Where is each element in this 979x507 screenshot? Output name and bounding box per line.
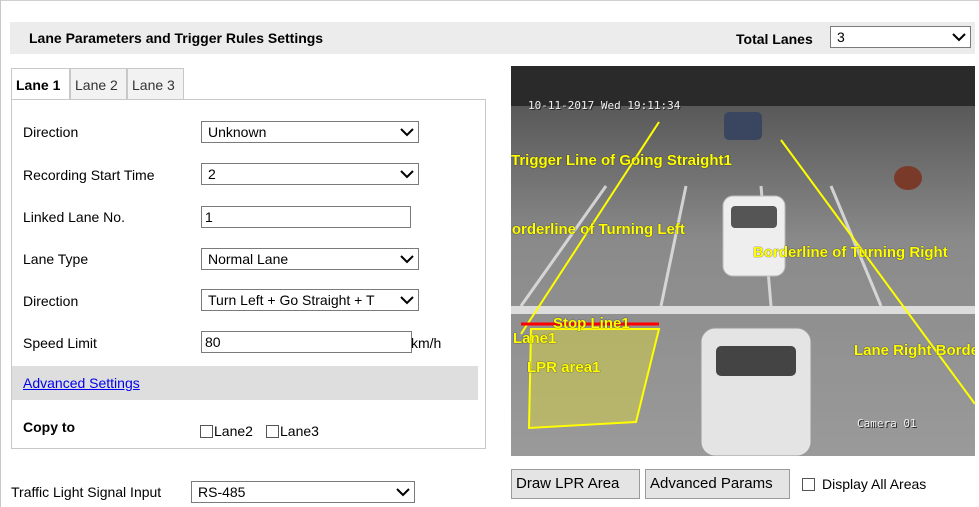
lpr-area-label: LPR area1 xyxy=(527,359,601,376)
page-title: Lane Parameters and Trigger Rules Settin… xyxy=(29,30,324,46)
lane-type-value: Normal Lane xyxy=(208,251,289,267)
chevron-down-icon xyxy=(400,170,414,179)
display-all-areas-checkbox[interactable] xyxy=(802,478,815,491)
speed-limit-input[interactable]: 80 xyxy=(201,331,412,353)
chevron-down-icon xyxy=(396,488,410,497)
video-timestamp: 10-11-2017 Wed 19:11:34 xyxy=(528,99,681,112)
total-lanes-value: 3 xyxy=(837,29,845,45)
lane-type-label: Lane Type xyxy=(23,251,89,267)
lane-type-select[interactable]: Normal Lane xyxy=(201,248,419,270)
chevron-down-icon xyxy=(952,33,966,42)
advanced-settings-bar: Advanced Settings xyxy=(12,366,478,400)
copy-lane3-checkbox[interactable] xyxy=(266,425,279,438)
linked-lane-no-input[interactable]: 1 xyxy=(201,206,411,228)
video-preview[interactable]: 10-11-2017 Wed 19:11:34 Camera 01 Trigge… xyxy=(511,66,975,456)
speed-limit-label: Speed Limit xyxy=(23,335,97,351)
lane-settings-panel: Direction Unknown Recording Start Time 2… xyxy=(11,99,486,449)
borderline-right-label: Borderline of Turning Right xyxy=(753,244,948,261)
tab-lane-2[interactable]: Lane 2 xyxy=(70,68,127,100)
total-lanes-select[interactable]: 3 xyxy=(830,26,971,48)
total-lanes-label: Total Lanes xyxy=(736,31,813,47)
draw-lpr-area-button[interactable]: Draw LPR Area xyxy=(511,469,640,499)
lane-left-label: Lane1 xyxy=(513,330,557,347)
copy-to-label: Copy to xyxy=(23,419,76,435)
direction-value: Unknown xyxy=(208,124,267,140)
tab-lane-1[interactable]: Lane 1 xyxy=(11,68,70,101)
stop-line-label: Stop Line1 xyxy=(553,315,630,332)
frame-border-top xyxy=(0,0,979,1)
tab-lane-3[interactable]: Lane 3 xyxy=(127,68,184,100)
advanced-settings-link[interactable]: Advanced Settings xyxy=(23,375,140,391)
frame-border-left xyxy=(0,0,1,507)
motorcycle xyxy=(894,166,922,190)
car-far xyxy=(724,112,762,140)
trigger-line-label: Trigger Line of Going Straight1 xyxy=(511,152,732,169)
speed-limit-unit: km/h xyxy=(411,335,442,351)
borderline-left-label: Borderline of Turning Left xyxy=(511,221,685,238)
settings-header: Lane Parameters and Trigger Rules Settin… xyxy=(10,22,975,54)
traffic-light-select[interactable]: RS-485 xyxy=(191,481,415,503)
traffic-light-label: Traffic Light Signal Input xyxy=(11,484,162,500)
video-camera-name: Camera 01 xyxy=(857,417,917,430)
traffic-light-value: RS-485 xyxy=(198,484,246,500)
advanced-params-button[interactable]: Advanced Params xyxy=(645,469,790,499)
lane-right-border-label: Lane Right Border xyxy=(854,342,975,359)
copy-lane2-checkbox[interactable] xyxy=(200,425,213,438)
linked-lane-no-label: Linked Lane No. xyxy=(23,209,125,225)
direction2-label: Direction xyxy=(23,293,79,309)
chevron-down-icon xyxy=(400,128,414,137)
recording-start-time-value: 2 xyxy=(208,166,216,182)
copy-lane2-label: Lane2 xyxy=(214,423,253,439)
recording-start-time-select[interactable]: 2 xyxy=(201,163,419,185)
chevron-down-icon xyxy=(400,296,414,305)
direction-label: Direction xyxy=(23,124,79,140)
copy-lane3-label: Lane3 xyxy=(280,423,319,439)
recording-start-time-label: Recording Start Time xyxy=(23,167,155,183)
display-all-areas-label: Display All Areas xyxy=(822,476,927,492)
video-scene xyxy=(511,66,975,456)
chevron-down-icon xyxy=(400,255,414,264)
direction2-select[interactable]: Turn Left + Go Straight + T xyxy=(201,289,419,311)
car-middle-window xyxy=(731,206,777,228)
car-near-window xyxy=(716,346,796,376)
direction2-value: Turn Left + Go Straight + T xyxy=(208,292,375,308)
direction-select[interactable]: Unknown xyxy=(201,121,419,143)
